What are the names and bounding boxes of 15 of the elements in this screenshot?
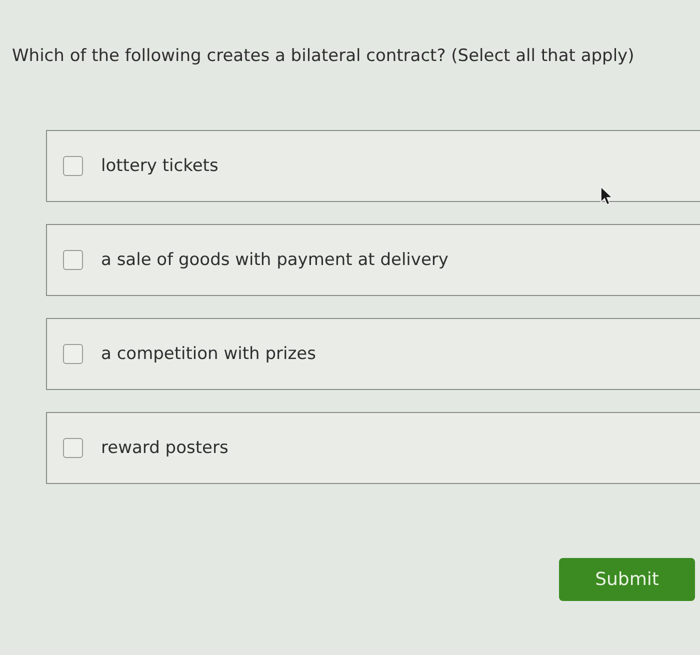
checkbox[interactable] [63, 250, 83, 270]
checkbox[interactable] [63, 344, 83, 364]
checkbox[interactable] [63, 438, 83, 458]
submit-button[interactable]: Submit [559, 558, 695, 601]
answer-option[interactable]: reward posters [46, 412, 700, 484]
answer-option[interactable]: a competition with prizes [46, 318, 700, 390]
mouse-pointer-icon [600, 186, 614, 206]
option-label: a sale of goods with payment at delivery [101, 249, 448, 272]
question-text: Which of the following creates a bilateral contract? (Select all that apply) [12, 45, 634, 68]
answer-option[interactable]: a sale of goods with payment at delivery [46, 224, 700, 296]
answer-option[interactable]: lottery tickets [46, 130, 700, 202]
option-label: a competition with prizes [101, 343, 316, 366]
checkbox[interactable] [63, 156, 83, 176]
option-label: reward posters [101, 437, 228, 460]
option-label: lottery tickets [101, 155, 218, 178]
